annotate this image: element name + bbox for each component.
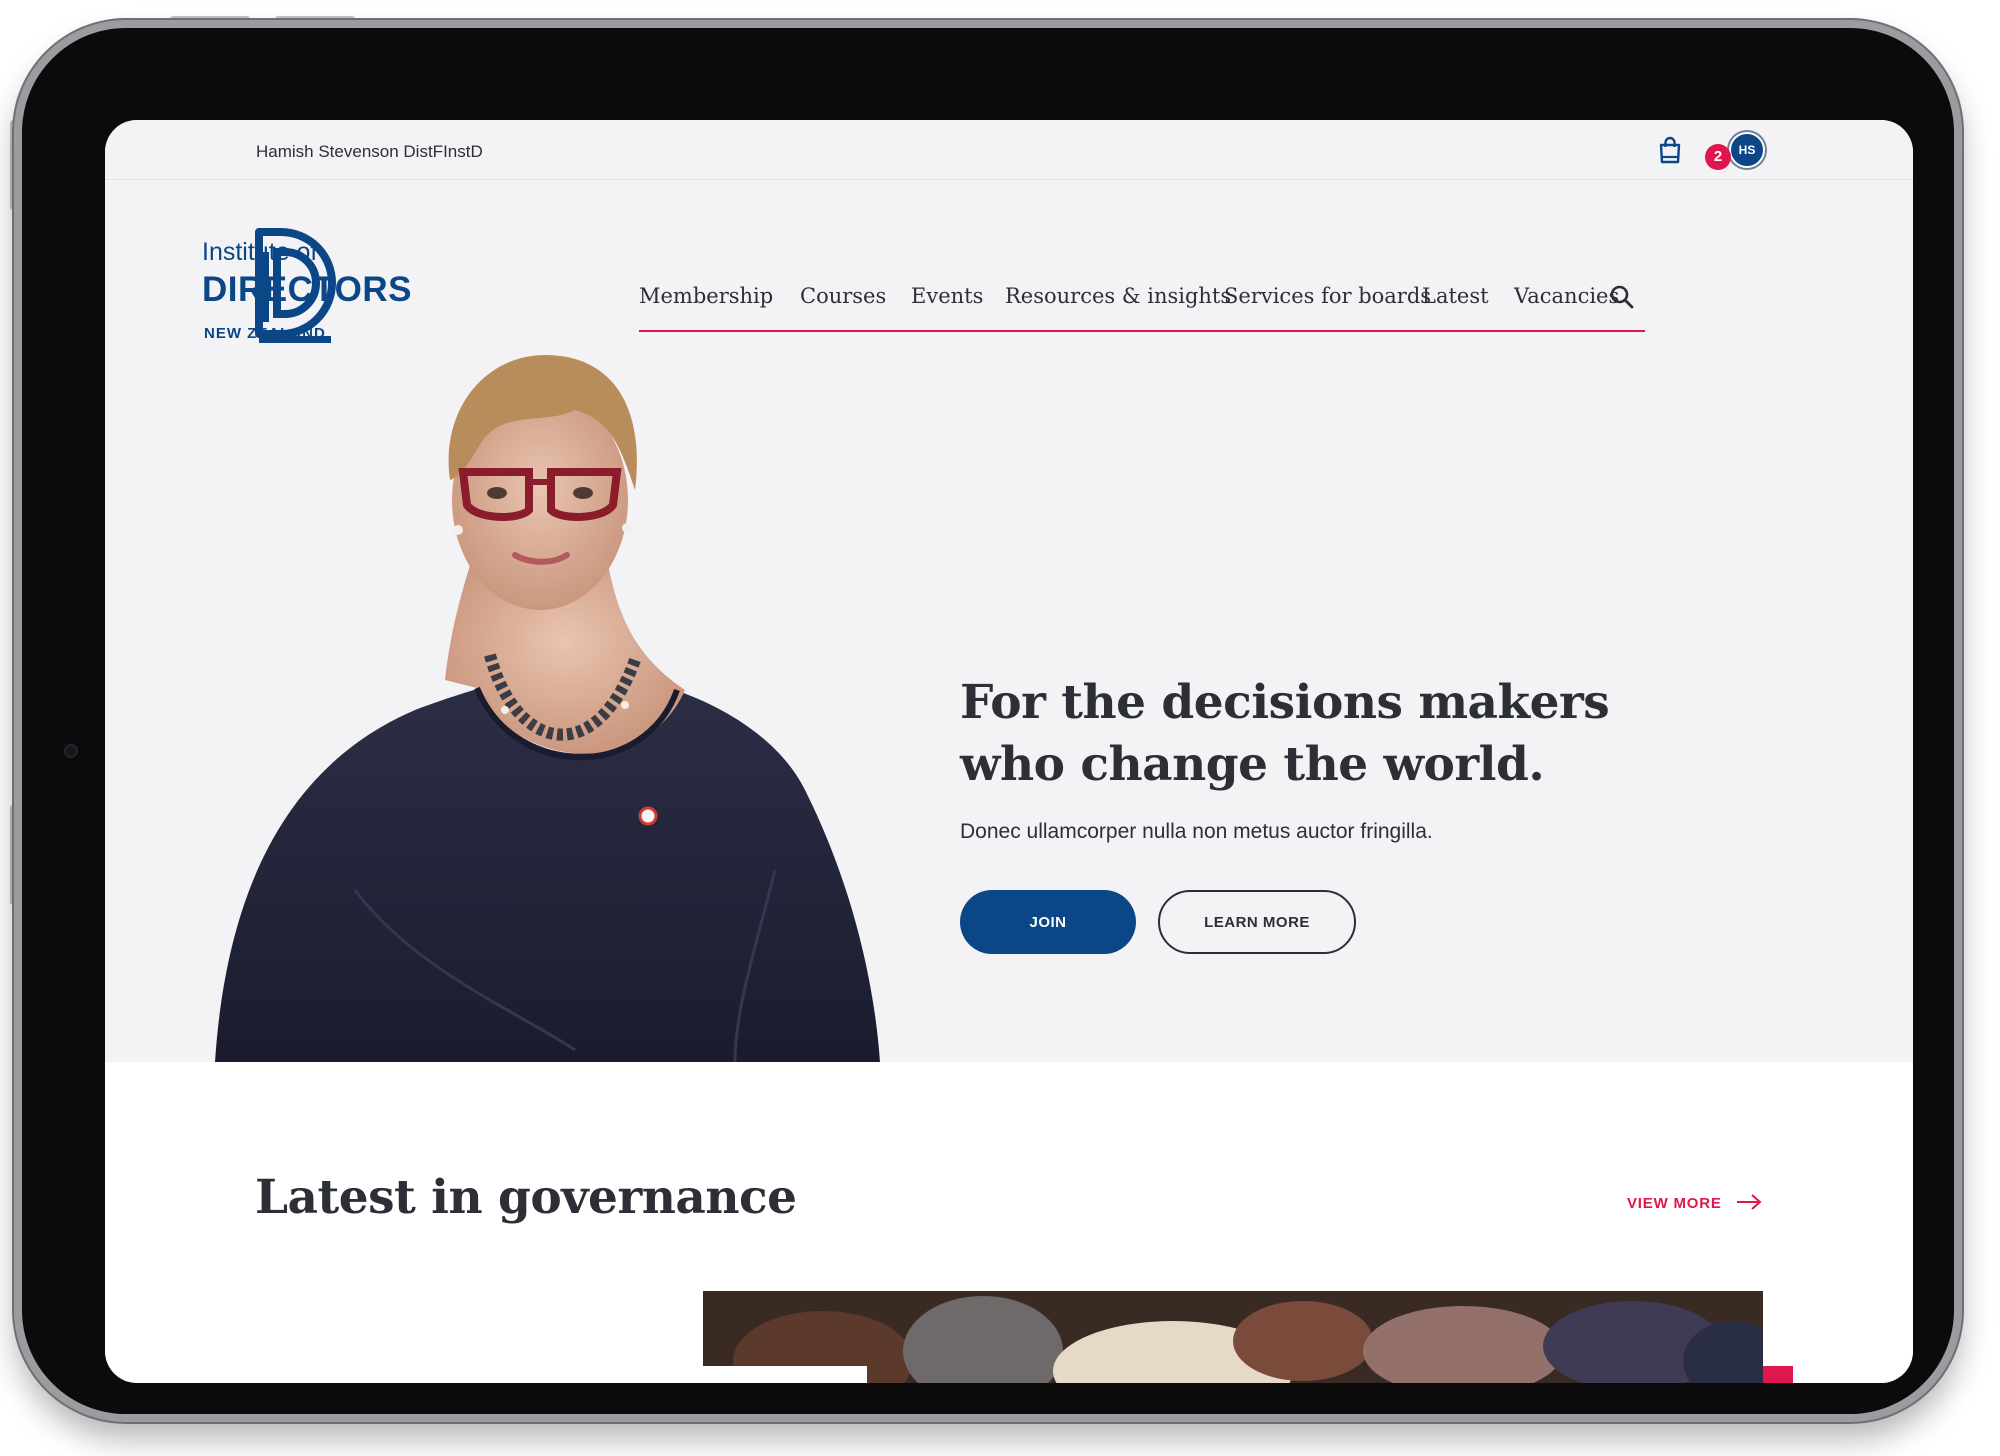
logo-text-line3: NEW ZEALAND xyxy=(204,325,326,342)
hero-subtitle: Donec ullamcorper nulla non metus auctor… xyxy=(960,820,1433,843)
nav-item-latest[interactable]: Latest xyxy=(1422,284,1489,308)
main-nav: Membership Courses Events Resources & in… xyxy=(639,284,1645,332)
arrow-right-icon[interactable] xyxy=(1735,1192,1763,1212)
utility-bar: Hamish Stevenson DistFInstD 2 HS xyxy=(105,120,1913,180)
avatar[interactable]: HS xyxy=(1729,132,1765,168)
accent-block xyxy=(1763,1366,1793,1383)
nav-item-courses[interactable]: Courses xyxy=(800,284,886,308)
camera-icon xyxy=(64,744,78,758)
search-icon[interactable] xyxy=(1609,284,1635,310)
view-more-link[interactable]: VIEW MORE xyxy=(1627,1195,1722,1212)
tablet-frame: Hamish Stevenson DistFInstD 2 HS Institu… xyxy=(14,20,1962,1422)
cart-icon[interactable] xyxy=(1657,136,1683,164)
latest-section: Latest in governance VIEW MORE xyxy=(105,1062,1913,1383)
nav-item-resources[interactable]: Resources & insights xyxy=(1005,284,1231,308)
hero-portrait xyxy=(215,355,880,1062)
learn-more-button[interactable]: LEARN MORE xyxy=(1158,890,1356,954)
nav-item-services[interactable]: Services for boards xyxy=(1224,284,1431,308)
user-name[interactable]: Hamish Stevenson DistFInstD xyxy=(256,142,483,162)
nav-item-membership[interactable]: Membership xyxy=(639,284,773,308)
browser-screen: Hamish Stevenson DistFInstD 2 HS Institu… xyxy=(105,120,1913,1383)
logo-text-line2: DIRECTORS xyxy=(202,270,412,309)
hero-section: For the decisions makers who change the … xyxy=(105,350,1913,1062)
logo-text-line1: Institute of xyxy=(202,238,318,266)
hero-title: For the decisions makers who change the … xyxy=(960,675,1610,792)
join-button[interactable]: JOIN xyxy=(960,890,1136,954)
nav-item-vacancies[interactable]: Vacancies xyxy=(1514,284,1619,308)
feature-card[interactable] xyxy=(703,1366,867,1383)
nav-item-events[interactable]: Events xyxy=(911,284,983,308)
section-title: Latest in governance xyxy=(255,1170,797,1225)
notification-badge[interactable]: 2 xyxy=(1705,144,1731,170)
